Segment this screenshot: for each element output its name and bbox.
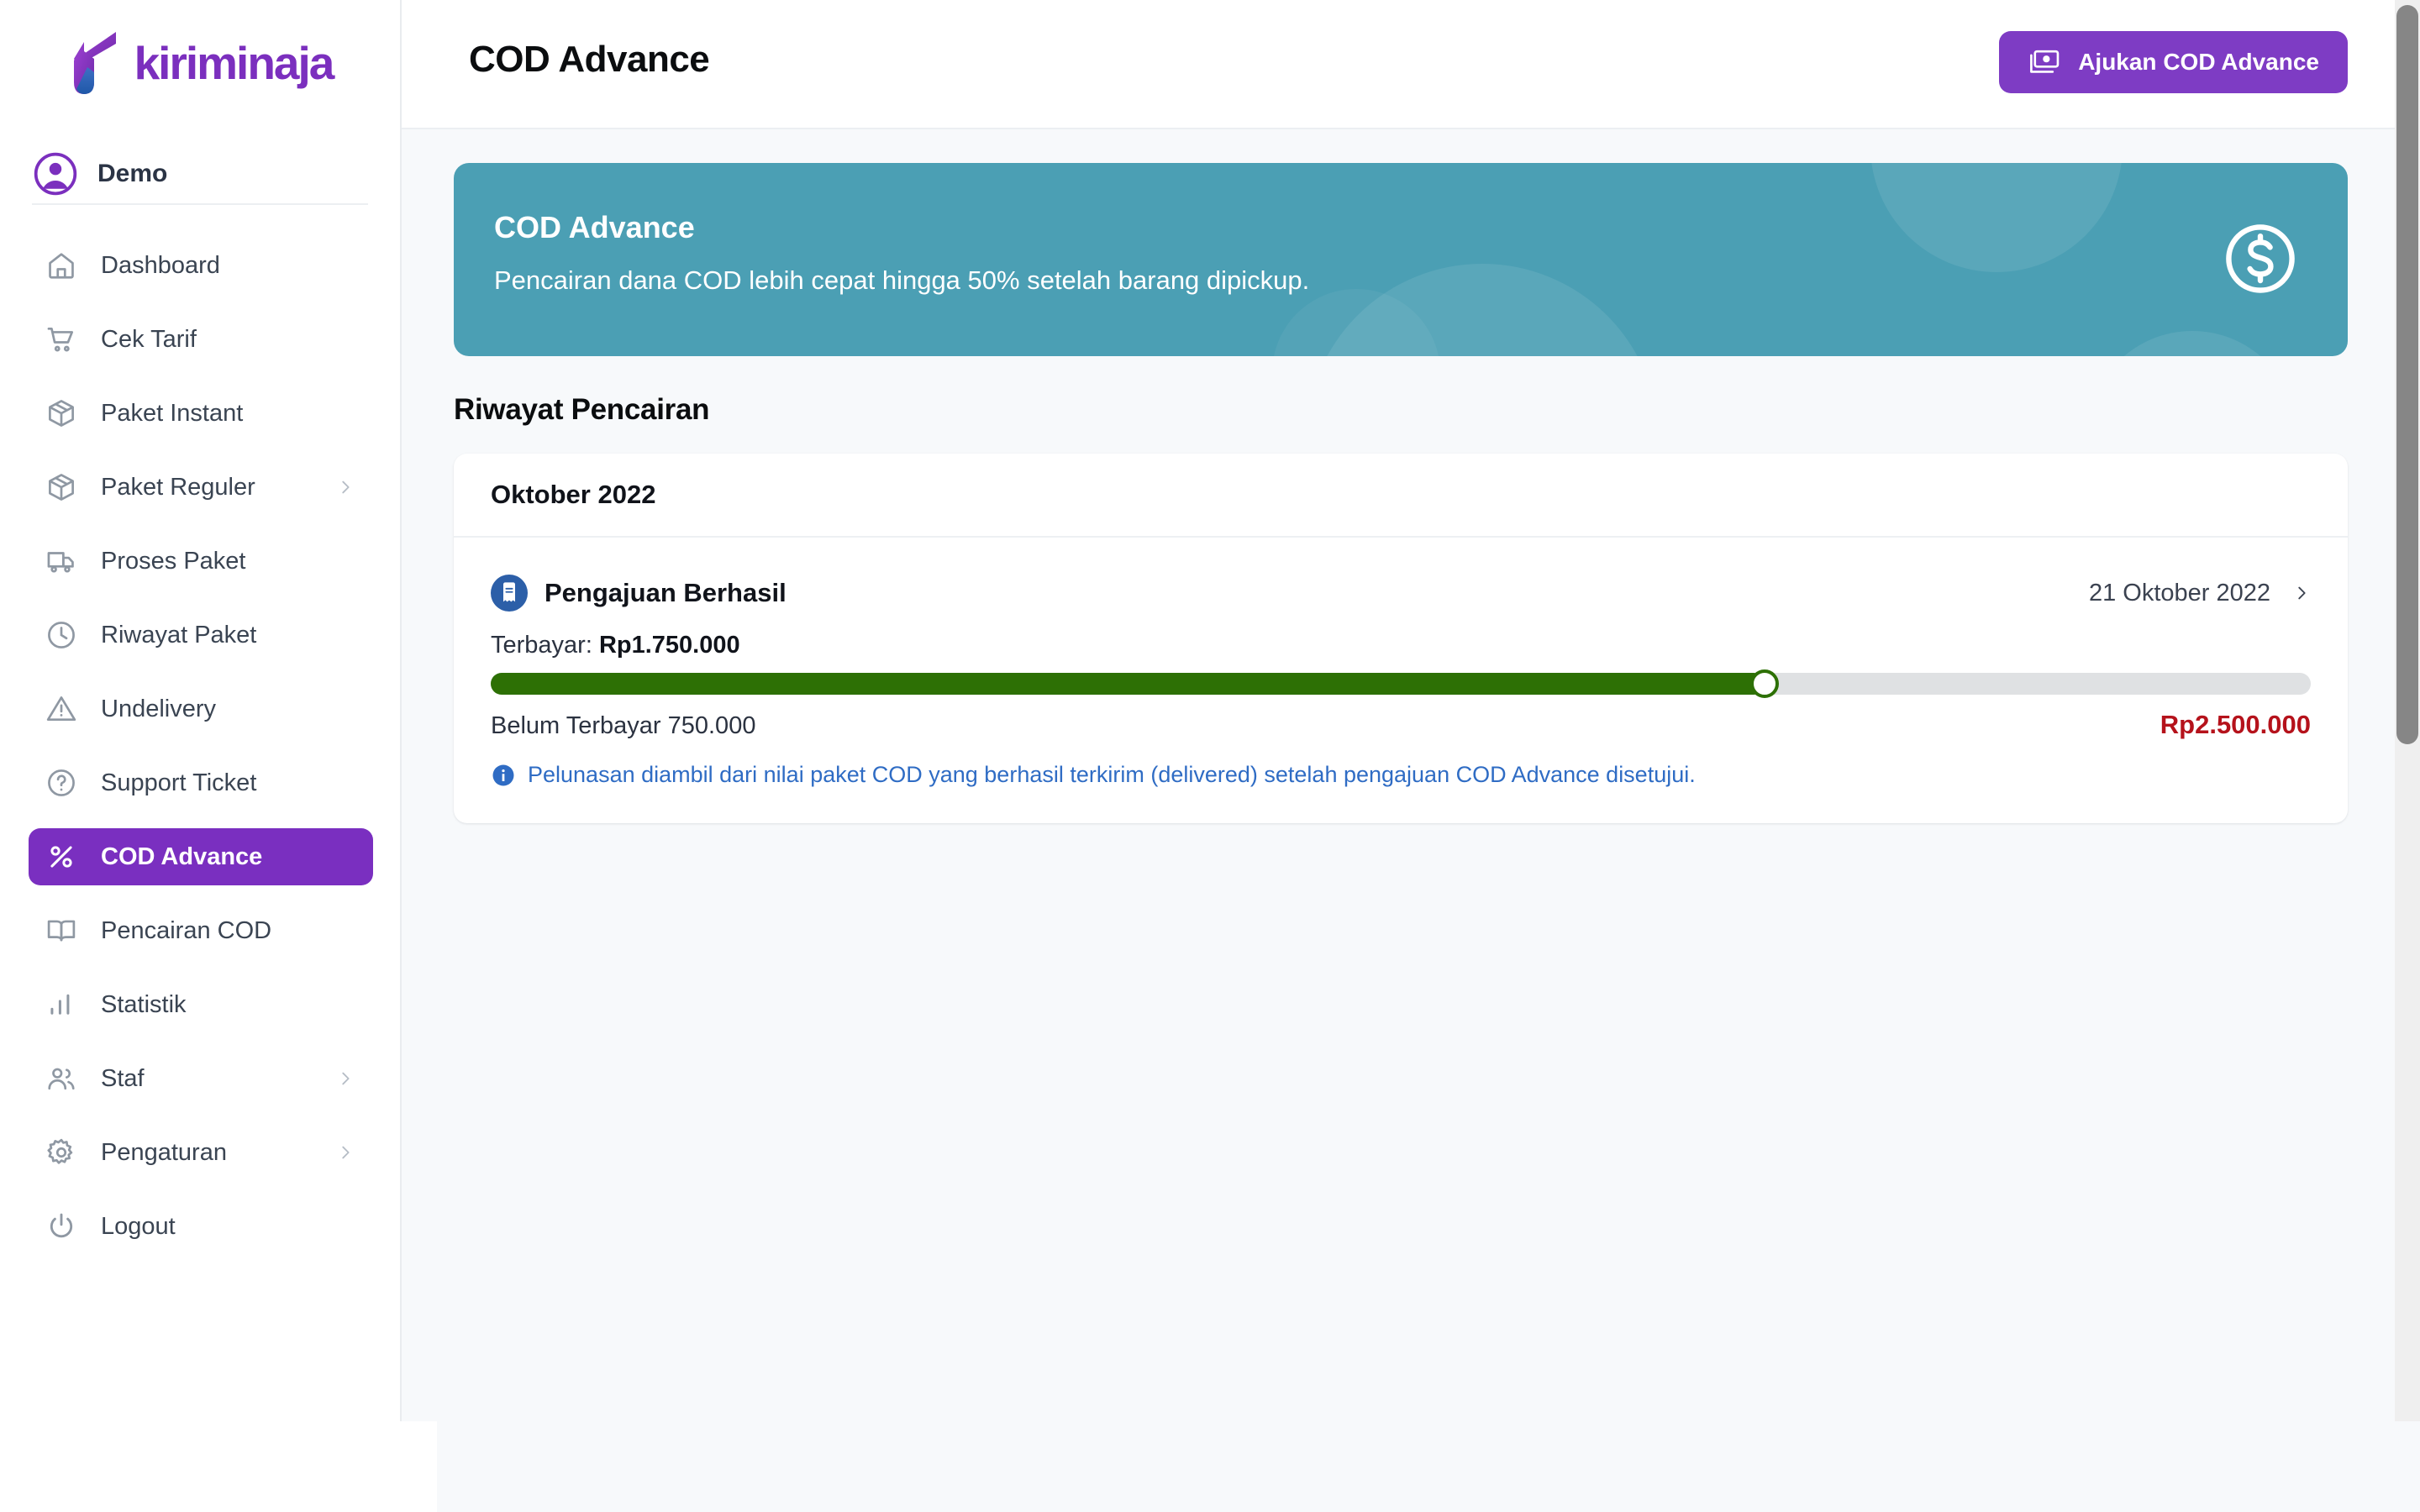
sidebar: kiriminaja Demo Dashboard Cek Tarif Pake… xyxy=(0,0,402,1421)
info-note-text: Pelunasan diambil dari nilai paket COD y… xyxy=(528,762,1696,787)
sidebar-item-label: Pencairan COD xyxy=(101,916,272,944)
gear-icon xyxy=(44,1135,79,1170)
chevron-right-icon xyxy=(336,1143,355,1162)
sidebar-item-label: Paket Reguler xyxy=(101,473,255,501)
banner-decoration-blob xyxy=(2087,331,2297,356)
bar-chart-icon xyxy=(44,987,79,1022)
sidebar-item-undelivery[interactable]: Undelivery xyxy=(29,680,373,738)
sidebar-item-label: COD Advance xyxy=(101,843,263,870)
package-icon xyxy=(44,470,79,505)
total-amount: Rp2.500.000 xyxy=(2160,710,2311,739)
book-open-icon xyxy=(44,913,79,948)
sidebar-item-label: Support Ticket xyxy=(101,769,257,796)
question-circle-icon xyxy=(44,765,79,801)
progress-bar-knob[interactable] xyxy=(1750,669,1780,698)
receipt-icon xyxy=(491,575,528,612)
sidebar-item-label: Dashboard xyxy=(101,251,220,279)
brand-logo[interactable]: kiriminaja xyxy=(0,17,400,109)
month-label: Oktober 2022 xyxy=(491,480,656,509)
info-note: Pelunasan diambil dari nilai paket COD y… xyxy=(491,762,2311,788)
sidebar-item-proses-paket[interactable]: Proses Paket xyxy=(29,533,373,590)
sidebar-item-label: Pengaturan xyxy=(101,1138,227,1166)
progress-bar-fill xyxy=(491,673,1765,695)
sidebar-item-label: Statistik xyxy=(101,990,187,1018)
sidebar-item-paket-instant[interactable]: Paket Instant xyxy=(29,385,373,442)
riwayat-pencairan-card: Oktober 2022 Pengajuan Berhasil 21 Oktob… xyxy=(454,454,2348,823)
truck-icon xyxy=(44,543,79,579)
sidebar-item-pencairan-cod[interactable]: Pencairan COD xyxy=(29,902,373,959)
sidebar-item-riwayat-paket[interactable]: Riwayat Paket xyxy=(29,606,373,664)
shopping-cart-icon xyxy=(44,322,79,357)
section-title: Riwayat Pencairan xyxy=(454,393,710,426)
entry-date: 21 Oktober 2022 xyxy=(2088,579,2270,606)
sidebar-item-pengaturan[interactable]: Pengaturan xyxy=(29,1124,373,1181)
sidebar-item-statistik[interactable]: Statistik xyxy=(29,976,373,1033)
paid-amount-line: Terbayar: Rp1.750.000 xyxy=(491,632,2311,659)
history-entry[interactable]: Pengajuan Berhasil 21 Oktober 2022 Terba… xyxy=(454,538,2348,823)
sidebar-item-label: Paket Instant xyxy=(101,399,244,427)
cod-advance-banner: COD Advance Pencairan dana COD lebih cep… xyxy=(454,163,2348,356)
sidebar-item-label: Staf xyxy=(101,1064,145,1092)
banner-title: COD Advance xyxy=(494,210,695,244)
chevron-right-icon xyxy=(336,1069,355,1088)
sidebar-item-label: Proses Paket xyxy=(101,547,246,575)
user-name: Demo xyxy=(97,160,168,187)
package-icon xyxy=(44,396,79,431)
page-title: COD Advance xyxy=(469,39,710,80)
sidebar-item-cek-tarif[interactable]: Cek Tarif xyxy=(29,311,373,368)
kiriminaja-arrow-icon xyxy=(73,32,116,94)
power-icon xyxy=(44,1209,79,1244)
info-icon xyxy=(491,763,516,788)
sidebar-item-support-ticket[interactable]: Support Ticket xyxy=(29,754,373,811)
sidebar-item-staf[interactable]: Staf xyxy=(29,1050,373,1107)
user-profile[interactable]: Demo xyxy=(32,144,368,205)
warning-triangle-icon xyxy=(44,691,79,727)
vertical-scrollbar-thumb[interactable] xyxy=(2396,5,2418,744)
page-header: COD Advance Ajukan COD Advance xyxy=(402,0,2400,129)
vertical-scrollbar-track[interactable] xyxy=(2395,0,2420,1421)
entry-header-row: Pengajuan Berhasil 21 Oktober 2022 xyxy=(491,575,2311,612)
sidebar-item-dashboard[interactable]: Dashboard xyxy=(29,237,373,294)
chevron-right-icon[interactable] xyxy=(2292,584,2311,602)
brand-name: kiriminaja xyxy=(134,36,335,89)
banner-subtitle: Pencairan dana COD lebih cepat hingga 50… xyxy=(494,265,1310,295)
dollar-circle-icon xyxy=(2220,218,2301,299)
banner-decoration-blob xyxy=(1870,163,2123,272)
sidebar-nav: Dashboard Cek Tarif Paket Instant Paket … xyxy=(0,237,400,1272)
sidebar-item-label: Riwayat Paket xyxy=(101,621,257,648)
sidebar-item-logout[interactable]: Logout xyxy=(29,1198,373,1255)
paid-amount: Rp1.750.000 xyxy=(598,632,740,659)
ajukan-cod-advance-button[interactable]: Ajukan COD Advance xyxy=(1999,31,2348,93)
sidebar-item-paket-reguler[interactable]: Paket Reguler xyxy=(29,459,373,516)
unpaid-row: Belum Terbayar 750.000 Rp2.500.000 xyxy=(491,710,2311,740)
percent-icon xyxy=(44,839,79,874)
sidebar-item-cod-advance[interactable]: COD Advance xyxy=(29,828,373,885)
main-content: COD Advance Pencairan dana COD lebih cep… xyxy=(402,129,2400,1421)
clock-icon xyxy=(44,617,79,653)
status-label: Pengajuan Berhasil xyxy=(544,578,786,607)
user-circle-icon xyxy=(34,152,77,196)
home-icon xyxy=(44,248,79,283)
unpaid-label: Belum Terbayar 750.000 xyxy=(491,712,756,739)
cta-label: Ajukan COD Advance xyxy=(2078,49,2319,75)
chevron-right-icon xyxy=(336,478,355,496)
app-root: kiriminaja Demo Dashboard Cek Tarif Pake… xyxy=(0,0,2420,1512)
cash-icon xyxy=(2028,50,2060,75)
bottom-white-strip xyxy=(0,1421,437,1512)
card-month-header: Oktober 2022 xyxy=(454,454,2348,538)
progress-bar[interactable] xyxy=(491,669,2311,698)
sidebar-item-label: Logout xyxy=(101,1212,176,1240)
sidebar-item-label: Undelivery xyxy=(101,695,216,722)
paid-label: Terbayar: xyxy=(491,632,592,659)
sidebar-item-label: Cek Tarif xyxy=(101,325,197,353)
users-icon xyxy=(44,1061,79,1096)
